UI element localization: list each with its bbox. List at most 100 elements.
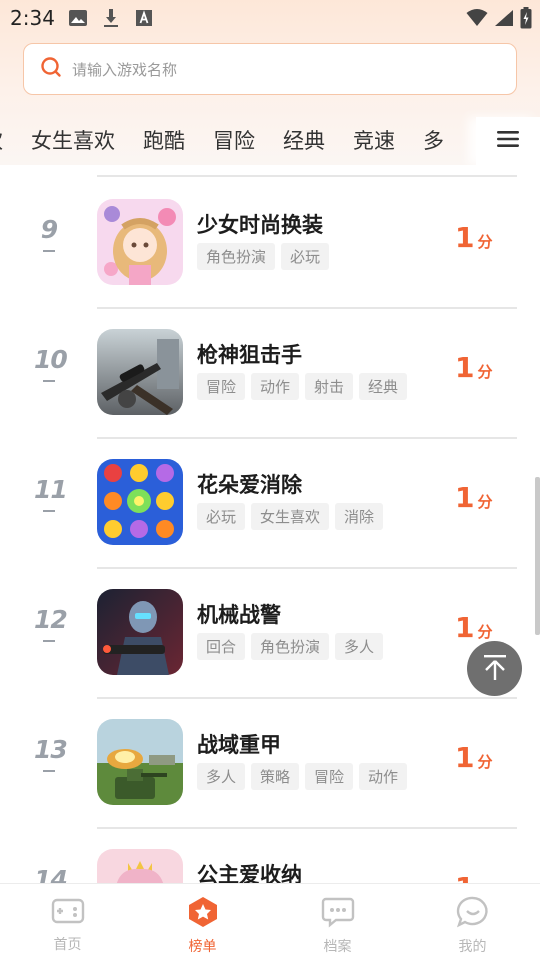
signal-icon [494, 9, 514, 31]
category-tab[interactable]: 冒险 [213, 125, 255, 155]
game-title[interactable]: 战域重甲 [197, 729, 281, 759]
score-unit: 分 [477, 623, 493, 641]
game-title[interactable]: 少女时尚换装 [197, 209, 323, 239]
game-title[interactable]: 花朵爱消除 [197, 469, 302, 499]
rank-number: 12 [34, 605, 68, 634]
game-score: 1分 [455, 221, 493, 254]
score-value: 1 [455, 351, 475, 384]
rank-underline [43, 640, 55, 642]
battery-icon [520, 7, 532, 33]
game-tag[interactable]: 必玩 [281, 243, 330, 270]
score-unit: 分 [477, 363, 493, 381]
game-tag[interactable]: 多人 [197, 763, 246, 790]
nav-item[interactable]: 档案 [270, 884, 405, 960]
game-tag[interactable]: 冒险 [197, 373, 246, 400]
tag-list: 角色扮演 必玩 [197, 243, 330, 270]
nav-label: 我的 [458, 939, 487, 955]
game-tag[interactable]: 射击 [305, 373, 354, 400]
status-time: 2:34 [10, 6, 55, 30]
tag-list: 冒险 动作 射击 经典 [197, 373, 408, 400]
score-value: 1 [455, 611, 475, 644]
game-tag[interactable]: 回合 [197, 633, 246, 660]
ranking-list: 9 少女时尚换装 角色扮演 必玩 1 分 10 枪神狙击手 冒险 动作 射击 经典 1 分 11 花朵爱消除必… [0, 165, 540, 883]
game-title[interactable]: 枪神狙击手 [197, 339, 302, 369]
score-unit: 分 [477, 233, 493, 251]
game-tag[interactable]: 角色扮演 [251, 633, 330, 660]
nav-label: 榜单 [188, 939, 217, 955]
game-row[interactable]: 13 战域重甲多人 策略 冒险 动作 1 分 [0, 697, 540, 827]
search-placeholder: 请输入游戏名称 [72, 60, 178, 79]
game-tag[interactable]: 必玩 [197, 503, 246, 530]
rank-number: 10 [34, 345, 68, 374]
chat-dots-icon [321, 896, 355, 932]
chat-smile-icon [456, 896, 490, 932]
rank-number: 11 [34, 475, 68, 504]
game-tag[interactable]: 消除 [335, 503, 384, 530]
game-tag[interactable]: 女生喜欢 [251, 503, 330, 530]
game-tag[interactable]: 冒险 [305, 763, 354, 790]
bottom-navigation: 首页 榜单 档案 我的 [0, 883, 540, 960]
game-score: 1分 [455, 481, 493, 514]
nav-label: 首页 [53, 937, 82, 953]
back-to-top-button[interactable] [467, 641, 522, 696]
ranking-star-icon [186, 896, 220, 932]
tag-list: 回合 角色扮演 多人 [197, 633, 384, 660]
rank-underline [43, 250, 55, 252]
category-tab[interactable]: 经典 [283, 125, 325, 155]
status-bar: 2:34 [0, 0, 540, 36]
score-value: 1 [455, 221, 475, 254]
nav-item[interactable]: 我的 [405, 884, 540, 960]
search-bar[interactable]: 请输入游戏名称 [23, 43, 517, 95]
category-tab[interactable]: 女生喜欢 [31, 125, 115, 155]
game-title[interactable]: 公主爱收纳 [197, 859, 302, 883]
game-row[interactable]: 10 枪神狙击手冒险 动作 射击 经典 1 分 [0, 307, 540, 437]
game-row[interactable]: 12 机械战警回合 角色扮演 多人 1 分 [0, 567, 540, 697]
category-tab[interactable]: 欢 [0, 125, 3, 155]
tag-list: 必玩 女生喜欢 消除 [197, 503, 384, 530]
category-tab[interactable]: 跑酷 [143, 125, 185, 155]
game-tag[interactable]: 经典 [359, 373, 408, 400]
game-tag[interactable]: 策略 [251, 763, 300, 790]
rank-underline [43, 510, 55, 512]
tag-list: 多人 策略 冒险 动作 [197, 763, 408, 790]
score-unit: 分 [477, 493, 493, 511]
rank-underline [43, 380, 55, 382]
game-tag[interactable]: 角色扮演 [197, 243, 276, 270]
game-score: 1分 [455, 351, 493, 384]
nav-item[interactable]: 首页 [0, 884, 135, 960]
game-tag[interactable]: 多人 [335, 633, 384, 660]
flower-match-icon[interactable] [97, 459, 183, 545]
category-tabs: 欢女生喜欢跑酷冒险经典竞速多 [0, 117, 540, 165]
princess-icon[interactable] [97, 849, 183, 883]
anime-girl-icon[interactable] [97, 199, 183, 285]
a-box-icon [134, 8, 154, 32]
category-tab[interactable]: 多 [423, 125, 444, 155]
wifi-icon [466, 9, 488, 31]
download-icon [101, 8, 121, 32]
gamepad-icon [51, 896, 85, 930]
rank-underline [43, 770, 55, 772]
category-menu-button[interactable] [476, 117, 540, 165]
hamburger-icon [496, 129, 520, 153]
nav-label: 档案 [323, 939, 352, 955]
score-unit: 分 [477, 753, 493, 771]
game-score: 1分 [455, 611, 493, 644]
search-icon [40, 56, 62, 82]
game-row[interactable]: 9 少女时尚换装 角色扮演 必玩 1 分 [0, 177, 540, 307]
robot-soldier-icon[interactable] [97, 589, 183, 675]
score-value: 1 [455, 481, 475, 514]
game-score: 1分 [455, 741, 493, 774]
game-tag[interactable]: 动作 [359, 763, 408, 790]
scrollbar[interactable] [535, 477, 540, 635]
nav-item[interactable]: 榜单 [135, 884, 270, 960]
category-tab[interactable]: 竞速 [353, 125, 395, 155]
sniper-rifle-icon[interactable] [97, 329, 183, 415]
game-title[interactable]: 机械战警 [197, 599, 281, 629]
game-row[interactable]: 11 花朵爱消除必玩 女生喜欢 消除 1 分 [0, 437, 540, 567]
tank-battle-icon[interactable] [97, 719, 183, 805]
rank-number: 14 [34, 865, 68, 883]
rank-number: 13 [34, 735, 68, 764]
game-tag[interactable]: 动作 [251, 373, 300, 400]
game-score: 1分 [455, 871, 493, 883]
game-row[interactable]: 14 公主爱收纳 1分 [0, 827, 540, 883]
